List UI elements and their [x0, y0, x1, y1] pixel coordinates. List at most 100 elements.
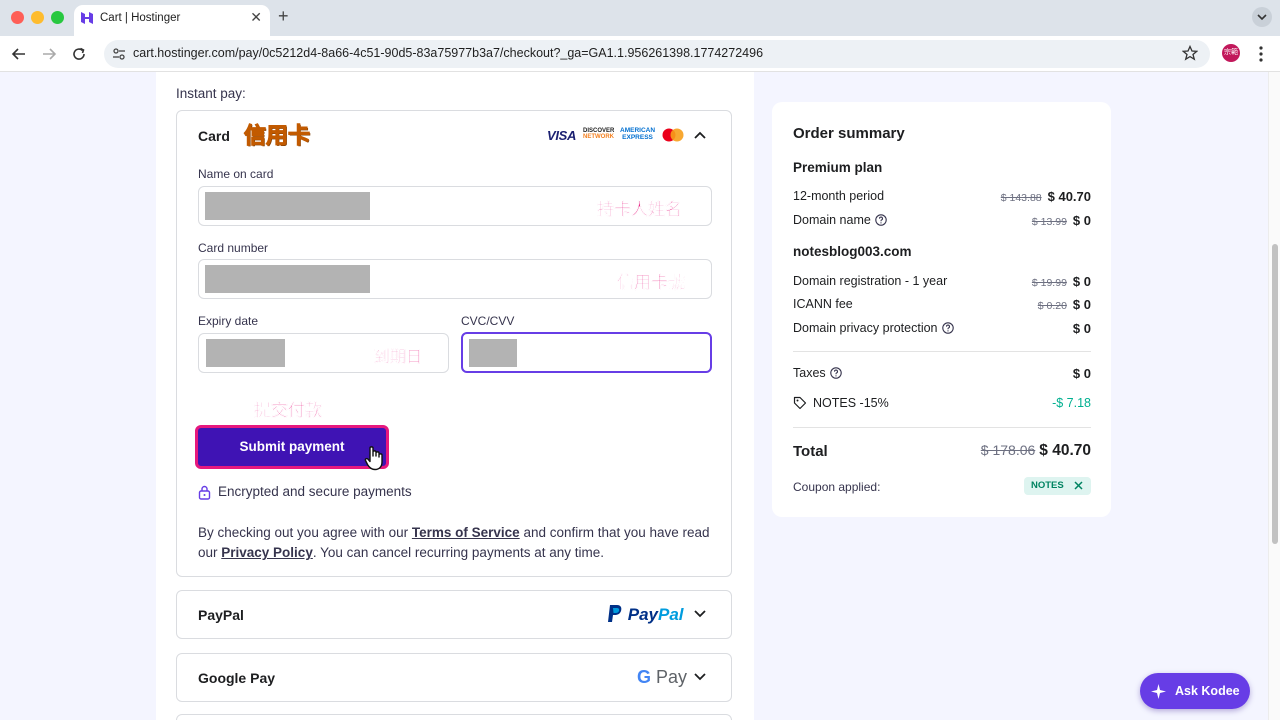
ask-kodee-label: Ask Kodee: [1175, 684, 1240, 698]
order-summary-panel: Order summary Premium plan 12-month peri…: [772, 102, 1111, 517]
forward-arrow-icon[interactable]: [40, 45, 58, 63]
redacted-value: [205, 192, 370, 220]
current-price: $ 40.70: [1047, 189, 1091, 204]
new-tab-icon[interactable]: +: [278, 6, 289, 27]
scrollbar-thumb[interactable]: [1272, 244, 1278, 544]
page-scrollbar[interactable]: [1268, 72, 1280, 720]
expiry-date-label: Expiry date: [198, 314, 259, 328]
visa-logo: VISA: [547, 128, 577, 143]
redacted-value: [206, 339, 285, 367]
annotation-expiry-date: 到期日: [374, 347, 423, 366]
summary-row-domain-name: Domain name $ 13.99 $ 0: [793, 213, 1091, 228]
google-pay-logo: G Pay: [637, 667, 688, 687]
browser-menu-icon[interactable]: [1258, 45, 1264, 63]
help-circle-icon[interactable]: [875, 214, 887, 226]
close-window-button[interactable]: [11, 11, 24, 24]
hand-pointer-cursor-icon: [364, 446, 383, 471]
annotation-submit-payment: 提交付款: [254, 401, 322, 421]
url-text: cart.hostinger.com/pay/0c5212d4-8a66-4c5…: [133, 46, 764, 60]
help-circle-icon[interactable]: [829, 367, 842, 379]
plan-name: Premium plan: [793, 160, 883, 175]
profile-avatar[interactable]: 宗範: [1222, 44, 1240, 62]
privacy-policy-link[interactable]: Privacy Policy: [221, 545, 313, 560]
current-price: $ 0: [1072, 274, 1091, 289]
reload-icon[interactable]: [70, 45, 88, 63]
summary-total: Total $ 178.06 $ 40.70: [793, 442, 1091, 460]
current-price: $ 0: [1072, 297, 1091, 312]
summary-row-period: 12-month period $ 143.88 $ 40.70: [793, 189, 1091, 204]
instant-pay-label: Instant pay:: [176, 86, 246, 101]
redacted-value: [205, 265, 370, 293]
minimize-window-button[interactable]: [31, 11, 44, 24]
annotation-cardholder-name: 持卡人姓名: [597, 200, 682, 220]
name-on-card-input[interactable]: 持卡人姓名: [198, 186, 712, 226]
domain-name: notesblog003.com: [793, 244, 912, 259]
discount-value: -$ 7.18: [1052, 396, 1091, 410]
card-method-title: Card: [198, 128, 230, 144]
browser-toolbar: cart.hostinger.com/pay/0c5212d4-8a66-4c5…: [0, 36, 1280, 72]
coupon-code: NOTES: [1031, 480, 1064, 491]
original-price: $ 0.20: [1037, 300, 1067, 312]
chevron-up-icon[interactable]: [694, 131, 706, 139]
coupon-applied-label: Coupon applied:: [793, 480, 881, 494]
site-info-icon[interactable]: [112, 47, 126, 61]
paypal-payment-option[interactable]: PayPal PayPal: [176, 590, 732, 639]
maximize-window-button[interactable]: [51, 11, 64, 24]
back-arrow-icon[interactable]: [10, 45, 28, 63]
summary-row-domain-registration: Domain registration - 1 year $ 19.99 $ 0: [793, 274, 1091, 289]
tab-title: Cart | Hostinger: [100, 12, 181, 24]
card-number-input[interactable]: 信用卡號: [198, 259, 712, 299]
sparkle-icon: [1151, 684, 1166, 699]
hostinger-favicon-icon: [81, 12, 93, 24]
cvc-input[interactable]: [461, 332, 712, 373]
current-price: $ 0: [1072, 213, 1091, 228]
bookmark-star-icon[interactable]: [1182, 45, 1198, 61]
card-number-label: Card number: [198, 241, 269, 255]
lock-icon: [198, 485, 211, 500]
current-price: $ 0: [1072, 321, 1091, 336]
order-summary-title: Order summary: [793, 125, 905, 142]
name-on-card-label: Name on card: [198, 167, 274, 181]
redacted-value: [469, 339, 517, 367]
submit-payment-button[interactable]: Submit payment: [195, 425, 389, 469]
cvc-label: CVC/CVV: [461, 314, 515, 328]
coupon-badge: NOTES: [1024, 477, 1091, 495]
browser-tab[interactable]: Cart | Hostinger ✕: [74, 5, 270, 36]
next-payment-option-edge: [176, 714, 732, 720]
original-price: $ 13.99: [1031, 216, 1067, 228]
discover-logo: DISCOVER NETWORK: [583, 128, 615, 140]
summary-row-privacy-protection: Domain privacy protection $ 0: [793, 321, 1091, 336]
google-pay-method-title: Google Pay: [198, 670, 276, 686]
remove-coupon-icon[interactable]: [1074, 481, 1083, 490]
summary-row-discount: NOTES -15% -$ 7.18: [793, 396, 1091, 414]
chevron-down-icon[interactable]: [694, 673, 706, 681]
tab-close-icon[interactable]: ✕: [250, 9, 262, 26]
browser-tab-bar: Cart | Hostinger ✕ +: [0, 0, 1280, 36]
terms-text: By checking out you agree with our Terms…: [198, 525, 710, 560]
original-total: $ 178.06: [980, 442, 1036, 458]
card-payment-panel: Card 信用卡 VISA DISCOVER NETWORK AMERICAN …: [176, 110, 732, 577]
tab-search-button[interactable]: [1252, 7, 1272, 27]
mastercard-logo-icon: [662, 128, 684, 142]
annotation-credit-card: 信用卡: [243, 124, 311, 150]
google-pay-payment-option[interactable]: Google Pay G Pay: [176, 653, 732, 702]
annotation-card-number: 信用卡號: [617, 273, 685, 293]
terms-of-service-link[interactable]: Terms of Service: [412, 525, 520, 540]
paypal-method-title: PayPal: [198, 607, 244, 623]
summary-row-taxes: Taxes $ 0: [793, 366, 1091, 381]
address-bar[interactable]: cart.hostinger.com/pay/0c5212d4-8a66-4c5…: [104, 40, 1210, 68]
ask-kodee-button[interactable]: Ask Kodee: [1140, 673, 1250, 709]
original-price: $ 19.99: [1031, 277, 1067, 289]
chevron-down-icon: [1257, 14, 1267, 21]
tag-icon: [793, 396, 807, 410]
expiry-date-input[interactable]: 到期日: [198, 333, 449, 373]
amex-logo: AMERICAN EXPRESS: [620, 127, 656, 141]
total-price: $ 40.70: [1039, 442, 1091, 459]
summary-divider: [793, 427, 1091, 428]
paypal-logo: PayPal: [607, 604, 684, 625]
summary-divider: [793, 351, 1091, 352]
chevron-down-icon[interactable]: [694, 610, 706, 618]
summary-row-icann-fee: ICANN fee $ 0.20 $ 0: [793, 297, 1091, 312]
secure-payments-text: Encrypted and secure payments: [218, 484, 412, 499]
help-circle-icon[interactable]: [941, 322, 954, 334]
